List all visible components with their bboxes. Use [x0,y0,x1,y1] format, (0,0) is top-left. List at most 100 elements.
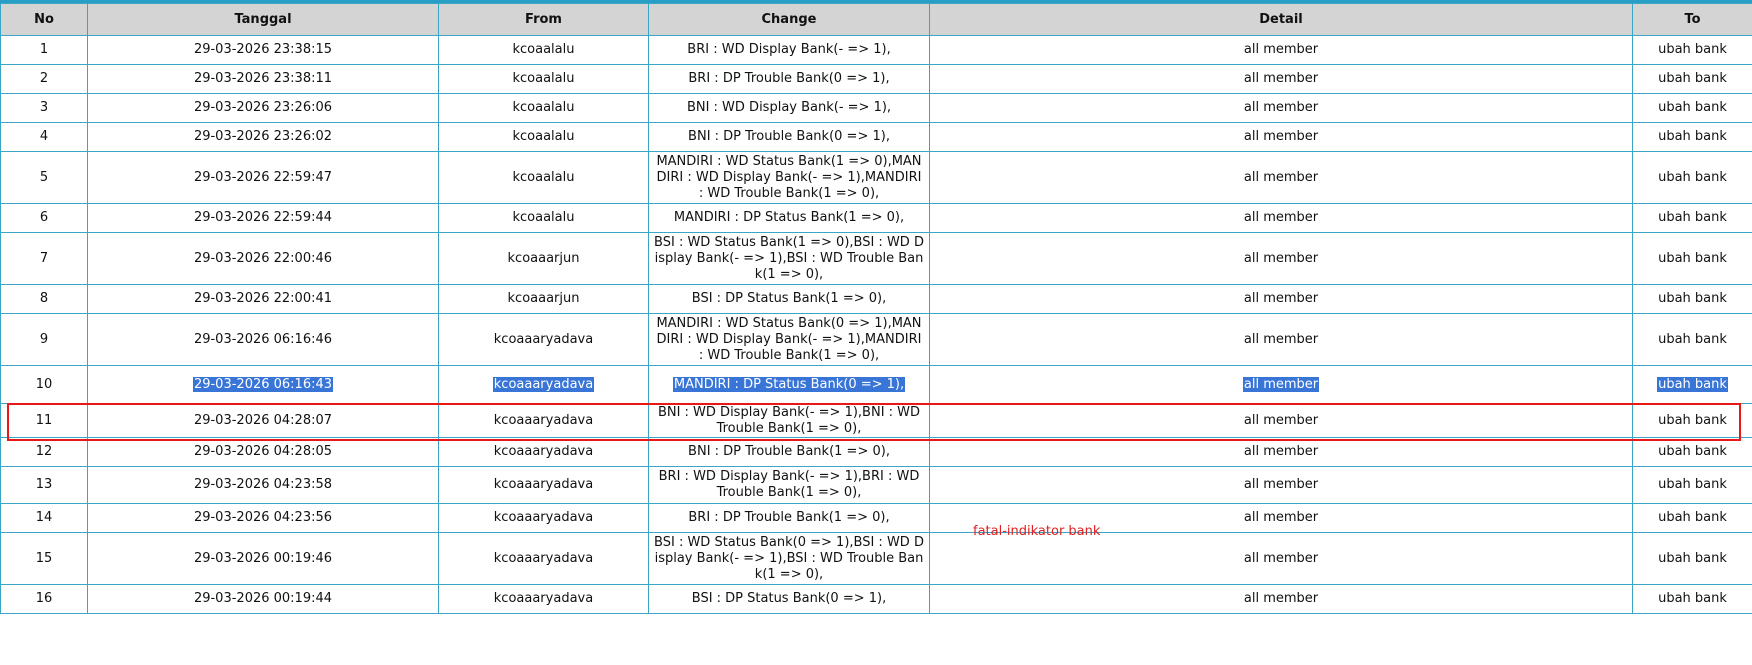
cell-from: kcoaalalu [438,35,649,65]
table-row[interactable]: 12 29-03-2026 04:28:05 kcoaaaryadava BNI : … [0,437,1752,467]
table-row[interactable]: 15 29-03-2026 00:19:46 kcoaaaryadava BSI : … [0,532,1752,585]
cell-from: kcoaaaryadava [438,532,649,585]
cell-tanggal: 29-03-2026 23:38:15 [87,35,439,65]
cell-no: 14 [0,503,88,533]
annotation-fatal-indikator: fatal-indikator bank [973,524,1101,539]
cell-change: BRI : DP Trouble Bank(1 => 0), [648,503,930,533]
selected-text: 29-03-2026 06:16:43 [192,376,334,392]
cell-from: kcoaalalu [438,64,649,94]
selected-text: all member [1242,376,1320,392]
cell-no: 15 [0,532,88,585]
cell-to: ubah bank [1632,437,1752,467]
cell-no: 9 [0,313,88,366]
table-row[interactable]: 7 29-03-2026 22:00:46 kcoaaarjun BSI : WD S… [0,232,1752,285]
table-row[interactable]: 16 29-03-2026 00:19:44 kcoaaaryadava BSI : … [0,584,1752,614]
table-row[interactable]: 13 29-03-2026 04:23:58 kcoaaaryadava BRI : … [0,466,1752,504]
cell-to: ubah bank [1632,584,1752,614]
cell-from: kcoaaaryadava [438,503,649,533]
cell-change: BNI : DP Trouble Bank(0 => 1), [648,122,930,152]
cell-detail: all member [929,437,1633,467]
cell-change: BSI : WD Status Bank(0 => 1),BSI : WD Di… [648,532,930,585]
cell-from: kcoaaaryadava [438,313,649,366]
cell-no: 7 [0,232,88,285]
cell-to: ubah bank [1632,203,1752,233]
cell-from: kcoaaaryadava [438,466,649,504]
selected-text: kcoaaaryadava [492,376,595,392]
cell-tanggal: 29-03-2026 06:16:43 [87,365,439,404]
table-row[interactable]: 8 29-03-2026 22:00:41 kcoaaarjun BSI : DP S… [0,284,1752,314]
cell-no: 6 [0,203,88,233]
cell-to: ubah bank [1632,365,1752,404]
table-header-row: No Tanggal From Change Detail To [0,3,1752,36]
cell-no: 13 [0,466,88,504]
cell-from: kcoaaaryadava [438,365,649,404]
table-row[interactable]: 14 29-03-2026 04:23:56 kcoaaaryadava BRI : … [0,503,1752,533]
cell-no: 16 [0,584,88,614]
cell-detail: all member [929,313,1633,366]
cell-change: BRI : WD Display Bank(- => 1),BRI : WD T… [648,466,930,504]
cell-to: ubah bank [1632,532,1752,585]
cell-to: ubah bank [1632,403,1752,438]
cell-change: BNI : DP Trouble Bank(1 => 0), [648,437,930,467]
header-change[interactable]: Change [648,3,930,36]
cell-tanggal: 29-03-2026 04:23:58 [87,466,439,504]
cell-from: kcoaalalu [438,93,649,123]
table-row[interactable]: 2 29-03-2026 23:38:11 kcoaalalu BRI : DP Tr… [0,64,1752,94]
header-no[interactable]: No [0,3,88,36]
cell-no: 5 [0,151,88,204]
cell-to: ubah bank [1632,64,1752,94]
cell-tanggal: 29-03-2026 22:00:46 [87,232,439,285]
cell-no: 8 [0,284,88,314]
table-row[interactable]: 3 29-03-2026 23:26:06 kcoaalalu BNI : WD Di… [0,93,1752,123]
cell-no: 12 [0,437,88,467]
cell-change: BRI : WD Display Bank(- => 1), [648,35,930,65]
cell-change: MANDIRI : WD Status Bank(1 => 0),MANDIRI… [648,151,930,204]
table-row[interactable]: 10 29-03-2026 06:16:43 kcoaaaryadava MANDIR… [0,365,1752,404]
table-row[interactable]: 4 29-03-2026 23:26:02 kcoaalalu BNI : DP Tr… [0,122,1752,152]
cell-detail: all member [929,151,1633,204]
cell-to: ubah bank [1632,313,1752,366]
cell-detail: all member [929,122,1633,152]
change-log-table: No Tanggal From Change Detail To 1 29-03-… [0,3,1752,614]
cell-to: ubah bank [1632,503,1752,533]
cell-from: kcoaaaryadava [438,437,649,467]
cell-to: ubah bank [1632,122,1752,152]
cell-tanggal: 29-03-2026 00:19:44 [87,584,439,614]
cell-detail: all member [929,93,1633,123]
cell-detail: all member [929,35,1633,65]
table-row[interactable]: 5 29-03-2026 22:59:47 kcoaalalu MANDIRI : W… [0,151,1752,204]
cell-detail: all member [929,584,1633,614]
header-from[interactable]: From [438,3,649,36]
cell-from: kcoaalalu [438,203,649,233]
cell-from: kcoaaarjun [438,284,649,314]
cell-to: ubah bank [1632,93,1752,123]
cell-change: MANDIRI : DP Status Bank(0 => 1), [648,365,930,404]
cell-tanggal: 29-03-2026 23:26:06 [87,93,439,123]
table-row[interactable]: 9 29-03-2026 06:16:46 kcoaaaryadava MANDIRI… [0,313,1752,366]
cell-detail: all member [929,365,1633,404]
header-detail[interactable]: Detail [929,3,1633,36]
cell-no: 11 [0,403,88,438]
cell-no: 4 [0,122,88,152]
cell-detail: all member [929,64,1633,94]
selected-text: ubah bank [1657,376,1728,392]
cell-to: ubah bank [1632,151,1752,204]
cell-from: kcoaalalu [438,151,649,204]
cell-change: BNI : WD Display Bank(- => 1), [648,93,930,123]
cell-detail: all member [929,284,1633,314]
table-body: 1 29-03-2026 23:38:15 kcoaalalu BRI : WD Di… [0,35,1752,614]
cell-from: kcoaaaryadava [438,403,649,438]
header-tanggal[interactable]: Tanggal [87,3,439,36]
cell-tanggal: 29-03-2026 00:19:46 [87,532,439,585]
cell-change: BSI : WD Status Bank(1 => 0),BSI : WD Di… [648,232,930,285]
header-to[interactable]: To [1632,3,1752,36]
table-row[interactable]: 1 29-03-2026 23:38:15 kcoaalalu BRI : WD Di… [0,35,1752,65]
cell-change: BRI : DP Trouble Bank(0 => 1), [648,64,930,94]
table-row[interactable]: 6 29-03-2026 22:59:44 kcoaalalu MANDIRI : D… [0,203,1752,233]
cell-detail: all member [929,203,1633,233]
cell-change: MANDIRI : WD Status Bank(0 => 1),MANDIRI… [648,313,930,366]
table-row[interactable]: 11 29-03-2026 04:28:07 kcoaaaryadava BNI : … [0,403,1752,438]
cell-no: 1 [0,35,88,65]
cell-change: BSI : DP Status Bank(0 => 1), [648,584,930,614]
cell-detail: all member [929,232,1633,285]
